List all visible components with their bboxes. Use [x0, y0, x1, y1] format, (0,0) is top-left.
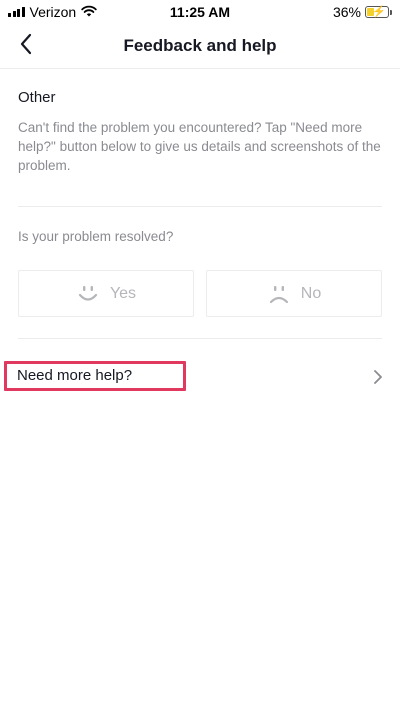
resolution-question: Is your problem resolved?	[18, 229, 174, 244]
need-more-help-label: Need more help?	[17, 367, 133, 384]
divider	[18, 338, 382, 339]
yes-button[interactable]: Yes	[18, 270, 194, 317]
divider	[18, 206, 382, 207]
frown-face-icon	[267, 283, 291, 305]
nav-divider	[0, 68, 400, 69]
yes-label: Yes	[109, 284, 137, 302]
no-label: No	[300, 284, 322, 302]
battery-percentage: 36%	[332, 4, 361, 20]
no-button[interactable]: No	[206, 270, 382, 317]
need-more-help-row[interactable]: Need more help?	[0, 355, 400, 399]
section-title: Other	[18, 89, 56, 106]
page-title: Feedback and help	[123, 36, 277, 55]
chevron-right-icon	[373, 369, 383, 390]
smile-face-icon	[76, 283, 100, 305]
section-description: Can't find the problem you encountered? …	[18, 120, 381, 173]
battery-tip	[390, 9, 392, 15]
status-right: 36% ⚡	[333, 4, 392, 20]
battery-icon: ⚡	[365, 6, 389, 18]
status-bar: Verizon 11:25 AM 36% ⚡	[0, 0, 400, 24]
nav-bar: Feedback and help	[0, 24, 400, 68]
